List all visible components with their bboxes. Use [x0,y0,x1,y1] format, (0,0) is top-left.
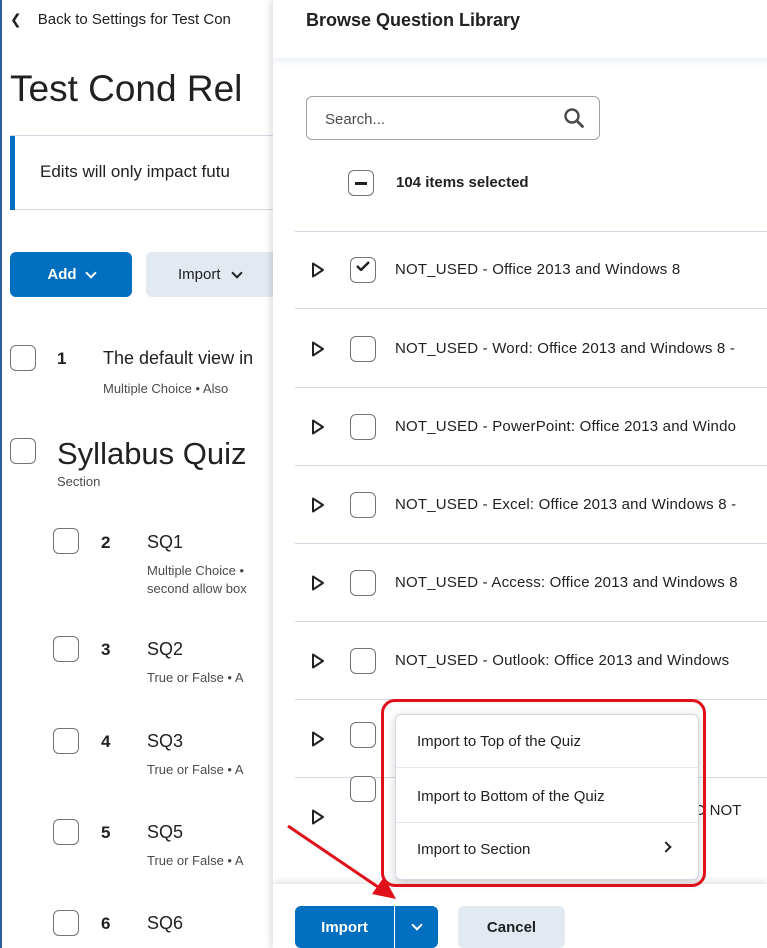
expand-triangle-icon[interactable] [311,341,325,357]
item-checkbox[interactable] [350,492,376,518]
item-checkbox[interactable] [350,648,376,674]
question-title[interactable]: The default view in [103,348,253,369]
menu-item-import-bottom[interactable]: Import to Bottom of the Quiz [396,770,698,823]
search-icon[interactable] [563,107,585,129]
section-type-label: Section [57,474,101,489]
item-label: NOT_USED - Outlook: Office 2013 and Wind… [395,652,730,669]
question-checkbox[interactable] [53,910,79,936]
question-title[interactable]: SQ3 [147,731,183,752]
expand-triangle-icon[interactable] [311,653,325,669]
import-button[interactable]: Import [295,906,394,948]
import-menu-label: Import [178,266,221,283]
question-checkbox[interactable] [53,728,79,754]
chevron-left-icon: ❮ [10,11,22,27]
item-checkbox[interactable] [350,776,376,802]
expand-triangle-icon[interactable] [311,809,325,825]
list-item: NOT_USED - Office 2013 and Windows 8 [295,231,767,309]
question-checkbox[interactable] [53,636,79,662]
question-checkbox[interactable] [53,528,79,554]
chevron-down-icon [410,919,423,931]
list-item: NOT_USED - Outlook: Office 2013 and Wind… [295,622,767,700]
question-meta: True or False • A [147,762,244,777]
menu-item-label: Import to Bottom of the Quiz [417,787,605,805]
question-meta: Multiple Choice • Also [103,381,229,396]
question-title[interactable]: SQ5 [147,822,183,843]
background-quiz-editor: ❮ Back to Settings for Test Con Test Con… [0,0,273,948]
question-meta: True or False • A [147,670,244,685]
search-box [306,96,600,140]
question-number: 3 [101,640,111,659]
dialog-header-divider [273,58,767,66]
question-number: 1 [57,349,67,368]
alert-text: Edits will only impact futu [40,162,230,181]
expand-triangle-icon[interactable] [311,731,325,747]
page-title: Test Cond Rel [10,68,243,109]
question-title[interactable]: SQ6 [147,913,183,934]
chevron-down-icon [84,266,97,279]
menu-item-label: Import to Section [417,841,531,858]
list-item: NOT_USED - PowerPoint: Office 2013 and W… [295,388,767,466]
item-checkbox[interactable] [350,257,376,283]
menu-item-import-top[interactable]: Import to Top of the Quiz [396,715,698,768]
cancel-button[interactable]: Cancel [458,906,565,948]
item-label: NOT_USED - Access: Office 2013 and Windo… [395,574,738,591]
item-checkbox[interactable] [350,722,376,748]
info-alert: Edits will only impact futu [10,136,273,210]
import-options-toggle[interactable] [395,906,438,948]
expand-triangle-icon[interactable] [311,575,325,591]
item-checkbox[interactable] [350,336,376,362]
add-button[interactable]: Add [10,252,132,297]
list-item: NOT_USED - Excel: Office 2013 and Window… [295,466,767,544]
question-number: 2 [101,533,111,552]
menu-item-import-section[interactable]: Import to Section [396,823,698,876]
question-number: 5 [101,823,111,842]
item-label: NOT_USED - Word: Office 2013 and Windows… [395,340,736,357]
list-item: NOT_USED - Access: Office 2013 and Windo… [295,544,767,622]
alert-accent-bar [10,136,15,210]
select-all-checkbox[interactable] [348,170,374,196]
question-meta: True or False • A [147,853,244,868]
window-border [0,0,2,948]
question-meta-line2: second allow box [147,581,247,596]
section-checkbox[interactable] [10,438,36,464]
back-to-settings-link[interactable]: ❮ Back to Settings for Test Con [10,11,231,28]
list-item: NOT_USED - Word: Office 2013 and Windows… [295,310,767,388]
expand-triangle-icon[interactable] [311,262,325,278]
item-checkbox[interactable] [350,414,376,440]
question-checkbox[interactable] [53,819,79,845]
section-title[interactable]: Syllabus Quiz [57,436,247,472]
search-input[interactable] [325,108,535,130]
indeterminate-icon [355,181,367,185]
question-checkbox[interactable] [10,345,36,371]
menu-item-label: Import to Top of the Quiz [417,732,581,750]
question-number: 4 [101,732,111,751]
import-menu-button[interactable]: Import [146,252,273,297]
item-label: NOT_USED - Excel: Office 2013 and Window… [395,496,737,513]
expand-triangle-icon[interactable] [311,497,325,513]
checkmark-icon [356,261,370,271]
item-checkbox[interactable] [350,570,376,596]
item-label: NOT_USED - PowerPoint: Office 2013 and W… [395,418,737,435]
chevron-down-icon [230,266,243,279]
selected-count: 104 items selected [396,174,529,191]
item-label: NOT_USED - Office 2013 and Windows 8 [395,261,681,278]
question-number: 6 [101,914,111,933]
dialog-footer: Import Cancel [273,884,767,948]
dialog-title: Browse Question Library [306,10,521,30]
question-meta: Multiple Choice • [147,563,245,578]
chevron-right-icon [660,841,672,853]
question-title[interactable]: SQ2 [147,639,183,660]
import-options-menu: Import to Top of the Quiz Import to Bott… [395,714,699,880]
question-title[interactable]: SQ1 [147,532,183,553]
back-link-label: Back to Settings for Test Con [37,11,231,28]
expand-triangle-icon[interactable] [311,419,325,435]
add-button-label: Add [47,266,77,283]
